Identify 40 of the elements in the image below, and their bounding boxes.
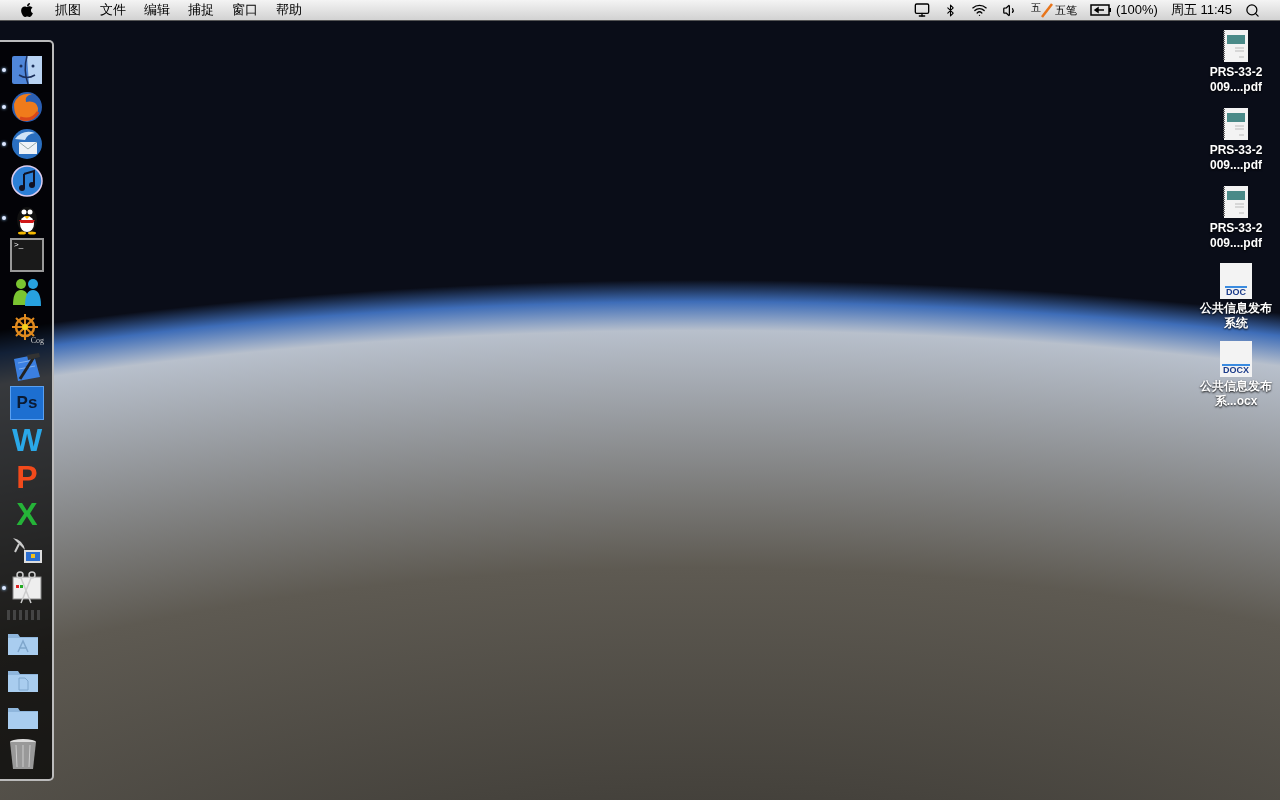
fox-globe-icon [10, 89, 44, 124]
input-method-menu[interactable]: 五 五笔 [1030, 1, 1077, 19]
menu-item[interactable]: 窗口 [232, 0, 258, 20]
input-method-label: 五 [1030, 2, 1041, 13]
desktop-file[interactable]: DOCX 公共信息发布系...ocx [1200, 341, 1272, 415]
document-thumbnail-icon [1223, 107, 1249, 141]
word-document-icon: DOC [1220, 263, 1252, 299]
desktop-file[interactable]: PRS-33-2 009....pdf [1200, 185, 1272, 259]
word-document-icon: DOCX [1220, 341, 1252, 377]
menu-item[interactable]: 文件 [100, 0, 126, 20]
app-menu[interactable]: 抓图 [54, 0, 82, 20]
desktop-file[interactable]: DOC 公共信息发布系统 [1200, 263, 1272, 337]
scissors-icon [10, 570, 44, 605]
battery-menu[interactable]: (100%) [1089, 0, 1158, 20]
ps-app-icon: Ps [10, 385, 44, 420]
menu-item[interactable]: 捕捉 [188, 0, 214, 20]
file-name: 公共信息发布系...ocx [1200, 379, 1272, 409]
wifi-icon[interactable] [969, 2, 989, 18]
display-icon[interactable] [912, 2, 931, 18]
letter-icon: W [10, 422, 44, 457]
spotlight-search-icon[interactable] [1245, 2, 1260, 18]
letter-icon: X [10, 496, 44, 531]
document-thumbnail-icon [1223, 185, 1249, 219]
brush-icon [1040, 2, 1053, 18]
document-thumbnail-icon [1223, 29, 1249, 63]
apple-menu-icon[interactable] [19, 2, 35, 18]
file-name: PRS-33-2 009....pdf [1208, 65, 1264, 95]
menu-item[interactable]: 编辑 [144, 0, 170, 20]
menu-clock[interactable]: 周五 11:45 [1170, 0, 1232, 20]
desktop-file[interactable]: PRS-33-2 009....pdf [1200, 29, 1272, 103]
menu-item[interactable]: 帮助 [276, 0, 302, 20]
terminal-icon: >_ [10, 237, 44, 272]
file-name: 公共信息发布系统 [1200, 301, 1272, 331]
file-name: PRS-33-2 009....pdf [1208, 221, 1264, 251]
desktop-file[interactable]: PRS-33-2 009....pdf [1200, 107, 1272, 181]
battery-plug-icon [1089, 4, 1112, 16]
bird-envelope-icon [10, 126, 44, 161]
letter-icon: P [10, 459, 44, 494]
file-name: PRS-33-2 009....pdf [1208, 143, 1264, 173]
music-note-icon [10, 163, 44, 198]
